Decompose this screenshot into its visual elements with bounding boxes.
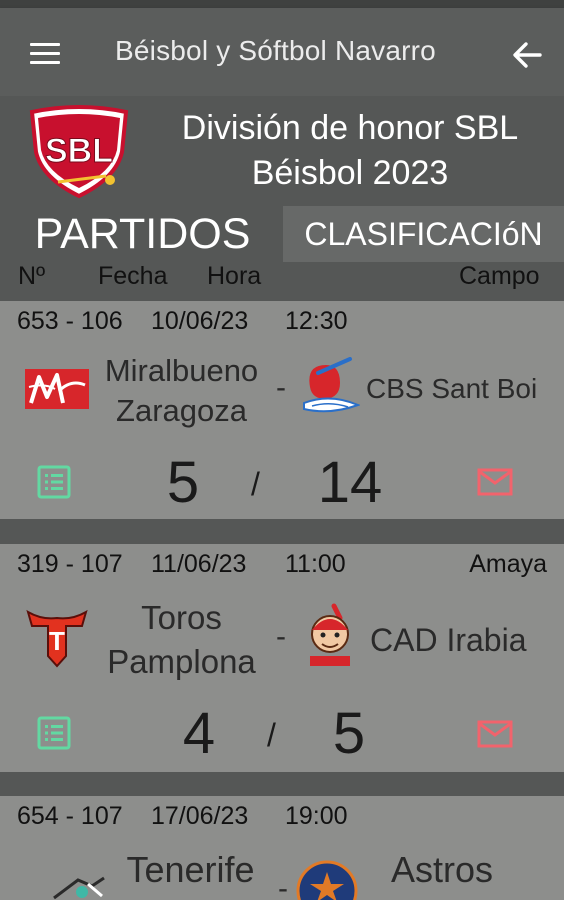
toros-logo: T <box>26 609 88 668</box>
tab-partidos[interactable]: PARTIDOS <box>20 206 265 262</box>
sbl-logo: SBL <box>29 105 129 199</box>
score-separator: / <box>251 466 260 502</box>
home-team-name: Toros Pamplona <box>94 596 269 684</box>
match-card[interactable]: 653 - 106 10/06/23 12:30 Miralbueno Zara… <box>0 301 564 519</box>
away-score: 5 <box>332 701 366 766</box>
tenerife-logo <box>53 876 105 900</box>
away-score: 14 <box>317 450 383 515</box>
irabia-logo <box>310 603 350 666</box>
team-separator: - <box>276 620 286 653</box>
miralbueno-logo <box>25 369 89 409</box>
menu-icon[interactable] <box>30 43 60 65</box>
column-header-hora: Hora <box>207 262 262 290</box>
app-bar: Béisbol y Sóftbol Navarro <box>0 8 564 96</box>
home-team-name: Tenerife <box>126 849 255 890</box>
match-number: 653 - 106 <box>17 307 123 335</box>
match-time: 11:00 <box>285 550 346 578</box>
app-title: Béisbol y Sóftbol Navarro <box>115 35 436 66</box>
column-header-fecha: Fecha <box>98 262 168 290</box>
home-score: 5 <box>166 450 200 515</box>
match-time: 19:00 <box>285 802 348 830</box>
column-header-campo: Campo <box>459 262 540 290</box>
arrow-back-icon[interactable] <box>510 38 544 72</box>
svg-text:SBL: SBL <box>45 132 113 170</box>
match-number: 319 - 107 <box>17 550 123 578</box>
team-separator: - <box>278 872 288 900</box>
list-icon[interactable] <box>37 716 71 750</box>
match-field: Amaya <box>469 550 547 578</box>
score-separator: / <box>267 717 276 753</box>
match-date: 10/06/23 <box>151 307 249 335</box>
match-date: 17/06/23 <box>151 802 249 830</box>
division-title-line1: División de honor SBL <box>181 109 519 147</box>
home-team-name-line2: Zaragoza <box>116 393 247 428</box>
match-time: 12:30 <box>285 307 348 335</box>
match-card[interactable]: 319 - 107 11/06/23 11:00 Amaya T Toros P… <box>0 544 564 772</box>
column-header-num: Nº <box>18 262 46 290</box>
home-team-name-line2: Pamplona <box>107 643 256 680</box>
away-team-name: Astros <box>390 849 494 890</box>
home-score: 4 <box>182 701 216 766</box>
astros-logo <box>296 860 358 900</box>
home-team-name-line1: Miralbueno <box>104 353 259 388</box>
match-number: 654 - 107 <box>17 802 123 830</box>
mail-icon[interactable] <box>477 468 513 496</box>
list-icon[interactable] <box>37 465 71 499</box>
team-separator: - <box>276 371 286 404</box>
svg-text:T: T <box>49 626 65 656</box>
away-team-name: CBS Sant Boi <box>366 373 538 404</box>
home-team-name: Miralbueno Zaragoza <box>94 351 269 431</box>
mail-icon[interactable] <box>477 720 513 748</box>
sant-boi-logo <box>303 357 360 413</box>
match-card[interactable]: 654 - 107 17/06/23 19:00 Tenerife - Astr… <box>0 796 564 900</box>
tab-clasificacion[interactable]: CLASIFICACIóN <box>283 206 564 262</box>
division-title: División de honor SBL Béisbol 2023 <box>140 106 560 196</box>
home-team-name-line1: Toros <box>141 599 222 636</box>
status-bar <box>0 0 564 8</box>
match-date: 11/06/23 <box>151 550 247 578</box>
division-title-line2: Béisbol 2023 <box>251 154 449 192</box>
away-team-name: CAD Irabia <box>370 622 527 658</box>
